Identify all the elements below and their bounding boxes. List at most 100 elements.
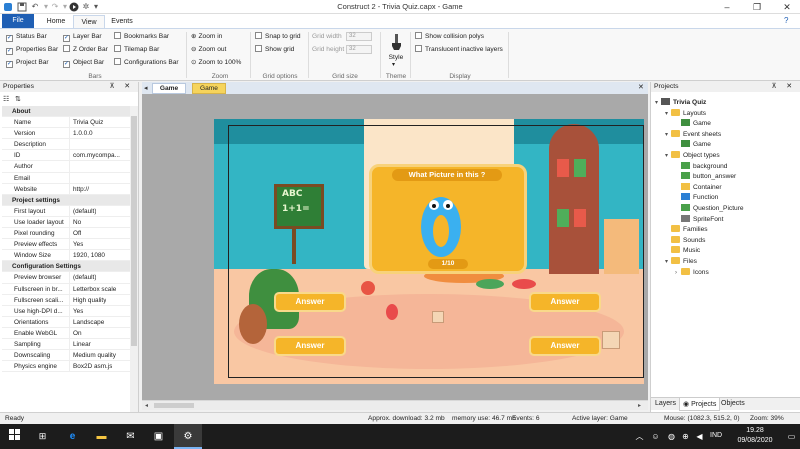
categorized-icon[interactable]: ☷ — [3, 95, 9, 103]
style-dropdown-icon[interactable]: ▾ — [392, 61, 395, 68]
property-section[interactable]: About — [2, 106, 130, 118]
checkbox-icon[interactable]: ✓ — [63, 35, 70, 42]
scroll-left-icon[interactable]: ◂ — [145, 402, 148, 409]
property-row[interactable]: Enable WebGL On — [2, 327, 130, 339]
show-grid-toggle[interactable]: Show grid — [255, 45, 294, 55]
configurations-bar-toggle[interactable]: Configurations Bar — [114, 58, 179, 68]
property-value[interactable]: High quality — [70, 295, 106, 305]
property-row[interactable]: Email — [2, 172, 130, 184]
property-value[interactable]: Yes — [70, 306, 83, 316]
help-icon[interactable]: ? — [784, 16, 788, 25]
sort-alpha-icon[interactable]: ⇅ — [15, 95, 21, 103]
tree-node[interactable]: Container — [675, 182, 722, 193]
property-value[interactable]: 1920, 1080 — [70, 250, 105, 260]
checkbox-icon[interactable] — [255, 45, 262, 52]
panel-controls[interactable]: ⊼ ✕ — [771, 82, 800, 92]
translucent-inactive-layers-toggle[interactable]: Translucent inactive layers — [415, 45, 503, 55]
tree-node[interactable]: background — [675, 161, 727, 172]
property-value[interactable]: Landscape — [70, 317, 104, 327]
network-icon[interactable]: ⊕ — [678, 429, 693, 444]
property-row[interactable]: Description — [2, 139, 130, 151]
volume-icon[interactable]: ◀ — [692, 429, 707, 444]
tab-projects[interactable]: ◉ Projects — [679, 398, 721, 411]
checkbox-icon[interactable] — [415, 45, 422, 52]
tree-node[interactable]: Sounds — [665, 235, 705, 246]
input-language[interactable]: IND — [710, 432, 722, 439]
task-view-icon[interactable]: ⊞ — [35, 429, 50, 444]
property-value[interactable]: No — [70, 217, 81, 227]
clock-time[interactable]: 19.28 — [735, 427, 775, 434]
tilemap-bar-toggle[interactable]: Tilemap Bar — [114, 45, 159, 55]
grid-height-input[interactable]: 32 — [346, 45, 372, 54]
tree-node[interactable]: Question_Picture — [675, 204, 744, 214]
property-value[interactable]: http:// — [70, 184, 89, 194]
notifications-icon[interactable]: ▭ — [784, 429, 799, 444]
bookmarks-bar-toggle[interactable]: Bookmarks Bar — [114, 32, 169, 42]
properties-scrollbar[interactable] — [130, 106, 138, 412]
tree-node[interactable]: Game — [675, 140, 711, 150]
clock-date[interactable]: 09/08/2020 — [729, 437, 781, 444]
checkbox-icon[interactable] — [415, 32, 422, 39]
checkbox-icon[interactable] — [255, 32, 262, 39]
scrollbar-thumb[interactable] — [131, 116, 137, 346]
property-row[interactable]: Physics engine Box2D asm.js — [2, 361, 130, 373]
close-document-icon[interactable]: ✕ — [638, 83, 644, 91]
object-bar-toggle[interactable]: ✓ Object Bar — [63, 58, 104, 68]
property-value[interactable]: Trivia Quiz — [70, 117, 103, 127]
mail-icon[interactable]: ✉ — [123, 429, 138, 444]
property-row[interactable]: Preview browser (default) — [2, 272, 130, 284]
tree-node[interactable]: Function — [675, 193, 718, 203]
tree-node[interactable]: › Icons — [675, 267, 709, 278]
checkbox-icon[interactable]: ✓ — [6, 48, 13, 55]
property-row[interactable]: Author — [2, 161, 130, 173]
property-row[interactable]: Version 1.0.0.0 — [2, 128, 130, 140]
checkbox-icon[interactable] — [63, 45, 70, 52]
checkbox-icon[interactable]: ✓ — [63, 61, 70, 68]
canvas-horizontal-scrollbar[interactable]: ◂ ▸ — [142, 400, 648, 410]
property-value[interactable]: Linear — [70, 339, 91, 349]
snap-to-grid-toggle[interactable]: Snap to grid — [255, 32, 301, 42]
scroll-right-icon[interactable]: ▸ — [638, 402, 641, 409]
property-value[interactable]: Letterbox scale — [70, 284, 116, 294]
zoom-in-button[interactable]: ⊕ Zoom in — [191, 32, 222, 42]
tree-node[interactable]: SpriteFont — [675, 214, 723, 225]
property-section[interactable]: Project settings — [2, 194, 130, 206]
file-explorer-icon[interactable]: ▬ — [94, 429, 109, 444]
style-button[interactable]: Style — [386, 53, 406, 63]
property-section[interactable]: Configuration Settings — [2, 261, 130, 273]
properties-bar-toggle[interactable]: ✓ Properties Bar — [6, 45, 58, 55]
checkbox-icon[interactable]: ✓ — [6, 35, 13, 42]
property-row[interactable]: Fullscreen scali... High quality — [2, 294, 130, 306]
property-row[interactable]: Website http:// — [2, 183, 130, 195]
property-row[interactable]: Pixel rounding Off — [2, 228, 130, 240]
panel-controls[interactable]: ⊼ ✕ — [109, 82, 138, 92]
property-value[interactable] — [70, 173, 73, 183]
wifi-icon[interactable]: ◍ — [664, 429, 679, 444]
checkbox-icon[interactable] — [114, 45, 121, 52]
z-order-bar-toggle[interactable]: Z Order Bar — [63, 45, 108, 55]
property-value[interactable]: (default) — [70, 272, 96, 282]
property-value[interactable]: com.mycompa... — [70, 150, 120, 160]
property-row[interactable]: Name Trivia Quiz — [2, 117, 130, 129]
tree-node[interactable]: ▾ Event sheets — [665, 129, 721, 140]
checkbox-icon[interactable] — [114, 58, 121, 65]
tree-node[interactable]: ▾ Layouts — [665, 108, 706, 119]
tree-node[interactable]: ▾ Files — [665, 257, 697, 267]
tab-file[interactable]: File — [2, 14, 34, 28]
tree-node[interactable]: button_answer — [675, 172, 736, 182]
tree-node[interactable]: ▾ Trivia Quiz — [655, 98, 706, 108]
minimize-icon[interactable]: – — [716, 0, 738, 14]
people-icon[interactable]: ☺ — [648, 429, 663, 444]
close-icon[interactable]: ✕ — [776, 0, 798, 14]
tab-layers[interactable]: Layers — [655, 400, 676, 407]
property-row[interactable]: ID com.mycompa... — [2, 150, 130, 162]
project-bar-toggle[interactable]: ✓ Project Bar — [6, 58, 49, 68]
property-row[interactable]: Sampling Linear — [2, 338, 130, 351]
property-row[interactable]: Use loader layout No — [2, 216, 130, 229]
property-row[interactable]: Orientations Landscape — [2, 316, 130, 328]
property-value[interactable]: On — [70, 328, 82, 338]
property-row[interactable]: First layout (default) — [2, 205, 130, 217]
restore-icon[interactable]: ❐ — [746, 0, 768, 14]
checkbox-icon[interactable]: ✓ — [6, 61, 13, 68]
layer-bar-toggle[interactable]: ✓ Layer Bar — [63, 32, 102, 42]
